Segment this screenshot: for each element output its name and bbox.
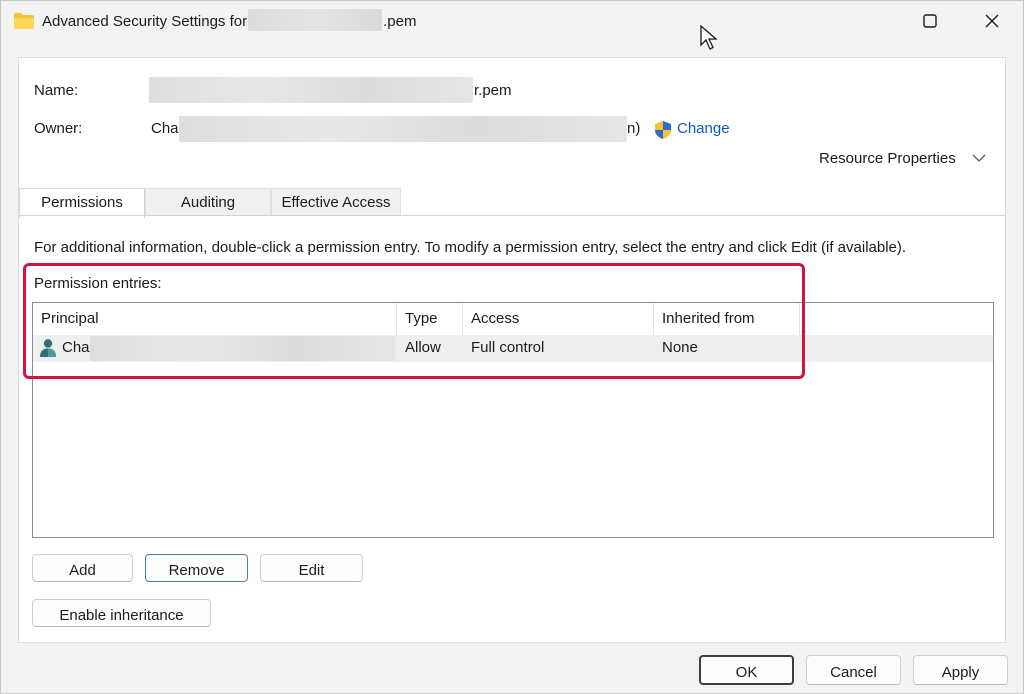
- name-value-suffix: r.pem: [474, 82, 512, 99]
- ok-button[interactable]: OK: [699, 655, 794, 685]
- redacted-filename: [248, 9, 383, 32]
- window-title-suffix: .pem: [383, 13, 417, 30]
- type-value: Allow: [405, 339, 441, 356]
- info-text: For additional information, double-click…: [34, 239, 907, 256]
- title-bar: Advanced Security Settings for .pem —: [1, 1, 1023, 50]
- advanced-security-settings-window: Advanced Security Settings for .pem — Nam…: [0, 0, 1024, 694]
- table-header: Principal Type Access Inherited from: [33, 303, 993, 335]
- owner-value-prefix: Cha: [151, 120, 179, 137]
- mouse-cursor-icon: [700, 25, 718, 50]
- folder-icon: [14, 13, 34, 29]
- close-icon: [985, 14, 999, 28]
- chevron-down-icon: [972, 154, 986, 162]
- edit-button[interactable]: Edit: [260, 554, 363, 582]
- cancel-button[interactable]: Cancel: [806, 655, 901, 685]
- column-inherited-from[interactable]: Inherited from: [654, 303, 800, 335]
- change-owner-link[interactable]: Change: [677, 120, 730, 137]
- maximize-icon: [923, 14, 937, 28]
- resource-properties-toggle[interactable]: Resource Properties: [819, 150, 986, 167]
- maximize-button[interactable]: [901, 1, 959, 41]
- apply-button[interactable]: Apply: [913, 655, 1008, 685]
- owner-label: Owner:: [34, 120, 83, 137]
- window-title: Advanced Security Settings for .pem: [42, 9, 417, 32]
- column-principal[interactable]: Principal: [33, 303, 397, 335]
- redacted-name: [149, 77, 473, 103]
- uac-shield-icon: [655, 121, 671, 139]
- security-panel: Name: r.pem Owner: Cha n) Change Resourc…: [18, 57, 1006, 643]
- user-icon: [40, 339, 56, 357]
- table-row[interactable]: Cha Allow Full control None: [33, 335, 993, 362]
- enable-inheritance-button[interactable]: Enable inheritance: [32, 599, 211, 627]
- owner-value-suffix: n): [627, 120, 641, 137]
- inherited-from-value: None: [662, 339, 698, 356]
- permission-entries-label: Permission entries:: [34, 275, 162, 292]
- resource-properties-label: Resource Properties: [819, 150, 956, 167]
- tab-divider: [19, 215, 1005, 216]
- remove-button[interactable]: Remove: [145, 554, 248, 582]
- add-button[interactable]: Add: [32, 554, 133, 582]
- redacted-owner: [179, 116, 627, 142]
- column-type[interactable]: Type: [397, 303, 463, 335]
- permission-entries-table[interactable]: Principal Type Access Inherited from Cha…: [32, 302, 994, 538]
- tab-effective-access[interactable]: Effective Access: [271, 188, 401, 216]
- window-title-prefix: Advanced Security Settings for: [42, 13, 248, 30]
- name-label: Name:: [34, 82, 79, 99]
- tab-strip: Permissions Auditing Effective Access: [19, 188, 1005, 218]
- redacted-principal: [90, 336, 395, 361]
- tab-permissions[interactable]: Permissions: [19, 188, 145, 218]
- access-value: Full control: [471, 339, 545, 356]
- close-button[interactable]: [963, 1, 1021, 41]
- column-access[interactable]: Access: [463, 303, 654, 335]
- principal-value-prefix: Cha: [62, 339, 90, 356]
- minimize-button[interactable]: —: [843, 1, 901, 41]
- minimize-icon: —: [864, 12, 880, 29]
- tab-auditing[interactable]: Auditing: [145, 188, 271, 216]
